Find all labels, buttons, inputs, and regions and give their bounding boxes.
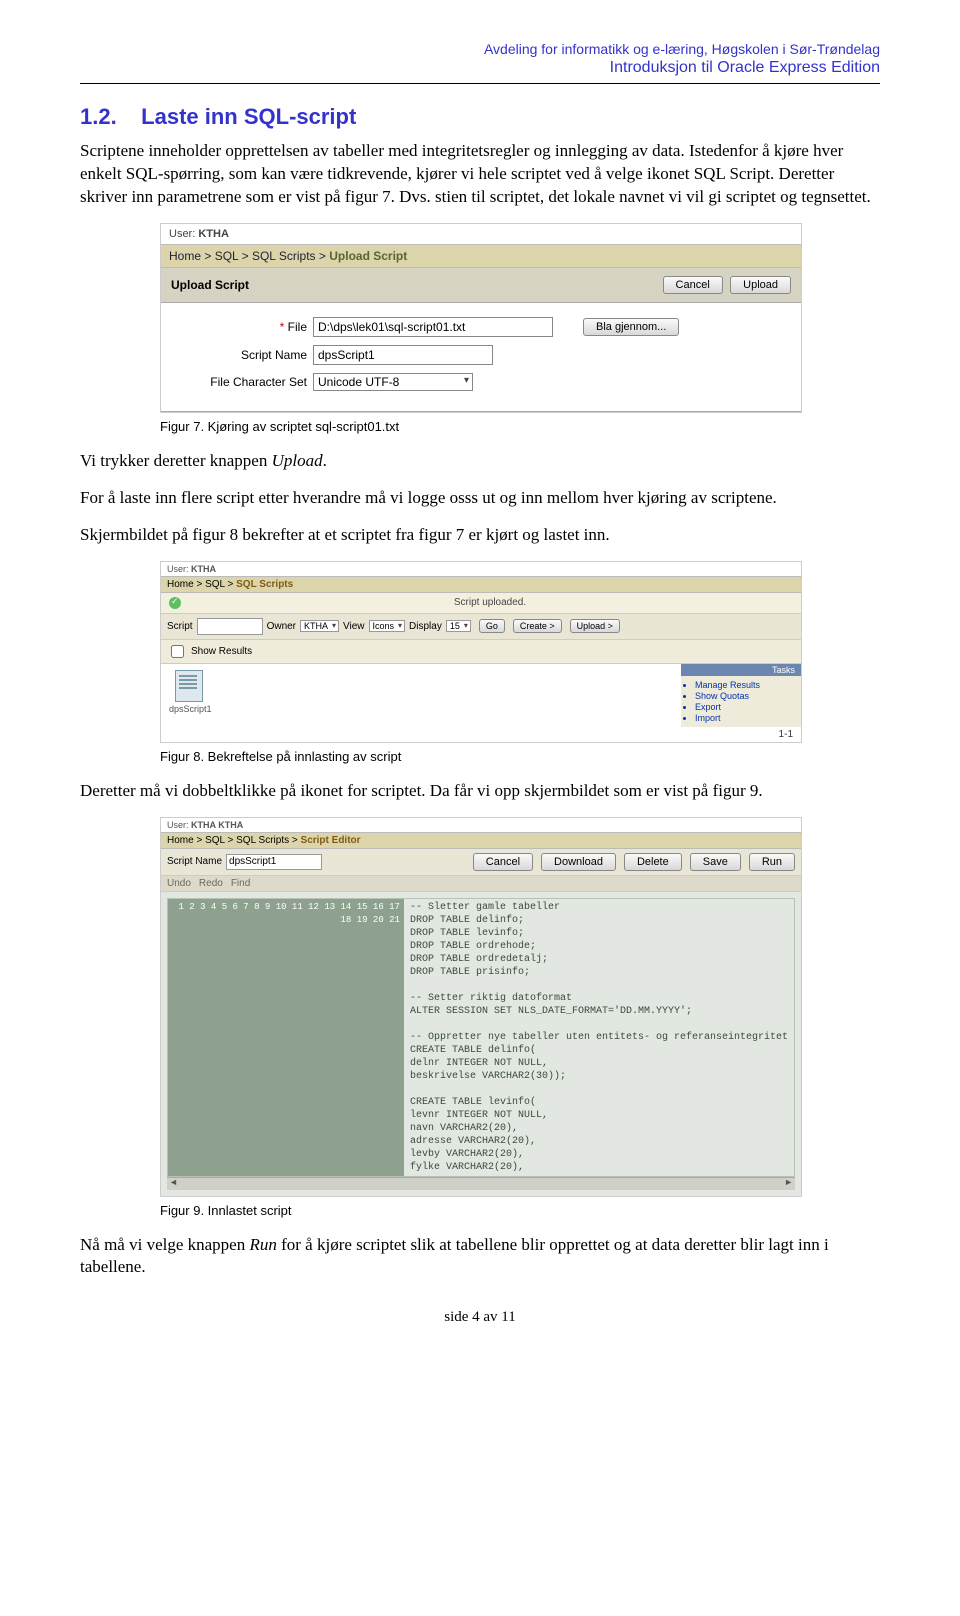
crumb-current: Script Editor (301, 835, 361, 846)
fig8-breadcrumb: Home > SQL > SQL Scripts (161, 576, 801, 593)
script-name-label: Script Name (167, 856, 222, 867)
crumb-current: SQL Scripts (236, 579, 293, 590)
crumb-scripts[interactable]: SQL Scripts (236, 835, 289, 846)
owner-select[interactable]: KTHA (300, 620, 339, 632)
fig7-user-label: User: (169, 228, 195, 240)
crumb-home[interactable]: Home (167, 835, 194, 846)
section-number: 1.2. (80, 104, 117, 129)
fig7-userline: User: KTHA (161, 224, 801, 244)
fig8-message: Script uploaded. (187, 597, 793, 608)
paragraph-2: Vi trykker deretter knappen Upload. (80, 450, 880, 473)
task-item[interactable]: Manage Results (695, 680, 801, 690)
task-item[interactable]: Export (695, 702, 801, 712)
figure-7: User: KTHA Home > SQL > SQL Scripts > Up… (160, 223, 802, 413)
fig8-toolbar: Script Owner KTHA View Icons Display 15 … (161, 614, 801, 640)
browse-button[interactable]: Bla gjennom... (583, 318, 679, 336)
cancel-button[interactable]: Cancel (663, 276, 723, 294)
script-name-input[interactable] (226, 854, 322, 870)
code-lines: -- Sletter gamle tabeller DROP TABLE del… (404, 899, 794, 1176)
save-button[interactable]: Save (690, 853, 741, 871)
redo-button[interactable]: Redo (199, 878, 223, 889)
script-icon-label: dpsScript1 (169, 704, 209, 714)
view-label: View (343, 621, 365, 632)
header-line2: Introduksjon til Oracle Express Edition (80, 58, 880, 79)
paragraph-6: Nå må vi velge knappen Run for å kjøre s… (80, 1234, 880, 1280)
paragraph-5: Deretter må vi dobbeltklikke på ikonet f… (80, 780, 880, 803)
script-search-input[interactable] (197, 618, 263, 635)
file-input[interactable] (313, 317, 553, 337)
task-item[interactable]: Import (695, 713, 801, 723)
charset-select[interactable]: Unicode UTF-8 (313, 373, 473, 391)
script-label: Script (167, 621, 193, 632)
owner-label: Owner (267, 621, 296, 632)
show-results-checkbox[interactable] (171, 645, 184, 658)
tasks-title: Tasks (681, 664, 801, 676)
crumb-home[interactable]: Home (167, 579, 194, 590)
result-count: 1-1 (161, 727, 801, 742)
upload-button[interactable]: Upload > (570, 619, 620, 633)
horizontal-scrollbar[interactable] (167, 1177, 795, 1190)
tasks-panel: Tasks Manage Results Show Quotas Export … (681, 664, 801, 727)
fig7-panel-title: Upload Script (171, 278, 249, 292)
figure-9: User: KTHA KTHA Home > SQL > SQL Scripts… (160, 817, 802, 1197)
display-label: Display (409, 621, 442, 632)
run-button[interactable]: Run (749, 853, 795, 871)
crumb-home[interactable]: Home (169, 249, 201, 263)
crumb-scripts[interactable]: SQL Scripts (252, 249, 316, 263)
script-icon-item[interactable]: dpsScript1 (169, 670, 209, 714)
fig7-user-value: KTHA (198, 228, 229, 240)
fig8-userline: User: KTHA (161, 562, 801, 576)
crumb-sql[interactable]: SQL (205, 835, 225, 846)
crumb-sql[interactable]: SQL (205, 579, 225, 590)
crumb-sql[interactable]: SQL (215, 249, 239, 263)
paragraph-4: Skjermbildet på figur 8 bekrefter at et … (80, 524, 880, 547)
script-name-input[interactable] (313, 345, 493, 365)
line-gutter: 1 2 3 4 5 6 7 8 9 10 11 12 13 14 15 16 1… (168, 899, 404, 1176)
view-select[interactable]: Icons (369, 620, 406, 632)
code-editor[interactable]: 1 2 3 4 5 6 7 8 9 10 11 12 13 14 15 16 1… (167, 898, 795, 1177)
task-item[interactable]: Show Quotas (695, 691, 801, 701)
undo-button[interactable]: Undo (167, 878, 191, 889)
figure-8: User: KTHA Home > SQL > SQL Scripts Scri… (160, 561, 802, 743)
header-rule (80, 83, 880, 84)
figure-9-caption: Figur 9. Innlastet script (160, 1203, 880, 1218)
section-title: 1.2. Laste inn SQL-script (80, 104, 880, 130)
check-icon (169, 597, 181, 609)
fig9-breadcrumb: Home > SQL > SQL Scripts > Script Editor (161, 832, 801, 849)
fig7-breadcrumb: Home > SQL > SQL Scripts > Upload Script (161, 244, 801, 268)
crumb-current: Upload Script (329, 249, 407, 263)
figure-8-caption: Figur 8. Bekreftelse på innlasting av sc… (160, 749, 880, 764)
create-button[interactable]: Create > (513, 619, 562, 633)
fig9-toolbar: Script Name Cancel Download Delete Save … (161, 849, 801, 876)
page-footer: side 4 av 11 (80, 1309, 880, 1326)
fig9-userline: User: KTHA KTHA (161, 818, 801, 832)
display-select[interactable]: 15 (446, 620, 471, 632)
fig8-message-bar: Script uploaded. (161, 593, 801, 614)
charset-label: File Character Set (177, 375, 313, 389)
header-line1: Avdeling for informatikk og e-læring, Hø… (80, 40, 880, 58)
script-name-label: Script Name (177, 348, 313, 362)
file-label: File (288, 320, 307, 334)
fig9-edit-toolbar: Undo Redo Find (161, 876, 801, 892)
figure-7-caption: Figur 7. Kjøring av scriptet sql-script0… (160, 419, 880, 434)
section-name: Laste inn SQL-script (141, 104, 356, 129)
delete-button[interactable]: Delete (624, 853, 682, 871)
show-results-label: Show Results (191, 646, 252, 657)
download-button[interactable]: Download (541, 853, 616, 871)
script-file-icon (175, 670, 203, 702)
upload-button[interactable]: Upload (730, 276, 791, 294)
page-header: Avdeling for informatikk og e-læring, Hø… (80, 40, 880, 79)
cancel-button[interactable]: Cancel (473, 853, 533, 871)
paragraph-3: For å laste inn flere script etter hvera… (80, 487, 880, 510)
go-button[interactable]: Go (479, 619, 505, 633)
find-button[interactable]: Find (231, 878, 250, 889)
paragraph-1: Scriptene inneholder opprettelsen av tab… (80, 140, 880, 209)
fig7-panel: Upload Script Cancel Upload * File Bla g… (161, 268, 801, 412)
